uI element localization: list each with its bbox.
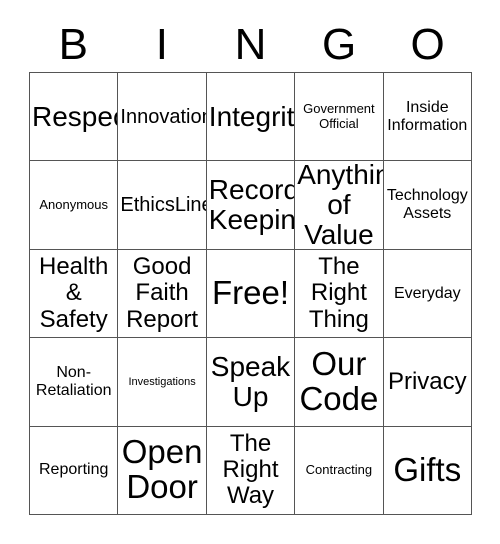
bingo-cell-r1c4[interactable]: Government Official	[295, 73, 384, 162]
bingo-cell-r1c2[interactable]: Innovation	[118, 73, 207, 162]
bingo-cell-r2c4[interactable]: Anything of Value	[295, 161, 384, 250]
bingo-cell-r1c3[interactable]: Integrity	[206, 73, 296, 162]
bingo-cell-label: Speak Up	[210, 350, 291, 412]
bingo-cell-label: The Right Way	[222, 429, 279, 510]
bingo-cell-r1c5[interactable]: Inside Information	[383, 73, 472, 162]
bingo-cell-label: Everyday	[393, 284, 461, 302]
bingo-cell-label: Innovation	[120, 105, 207, 128]
bingo-cell-r5c5[interactable]: Gifts	[383, 426, 472, 515]
bingo-cell-r5c4[interactable]: Contracting	[295, 426, 384, 515]
bingo-header-letter-b: B	[58, 20, 88, 69]
bingo-cell-r5c2[interactable]: Open Door	[118, 426, 207, 515]
bingo-cell-label: Investigations	[128, 375, 196, 388]
bingo-cell-label: Record- Keeping	[208, 173, 296, 236]
bingo-cell-label: Non- Retaliation	[35, 363, 112, 399]
bingo-cell-label: Technology Assets	[386, 187, 468, 223]
bingo-cell-label: Inside Information	[387, 98, 468, 134]
bingo-cell-r4c4[interactable]: Our Code	[295, 338, 384, 427]
bingo-cell-label: Government Official	[303, 100, 375, 131]
bingo-cell-r3c5[interactable]: Everyday	[383, 249, 472, 339]
bingo-cell-r3c4[interactable]: The Right Thing	[295, 249, 384, 339]
bingo-cell-r5c1[interactable]: Reporting	[30, 426, 119, 515]
bingo-cell-label: Our Code	[299, 344, 379, 417]
bingo-cell-label: Gifts	[393, 450, 462, 488]
bingo-cell-free-space[interactable]: Free!	[206, 249, 296, 339]
bingo-cell-r5c3[interactable]: The Right Way	[206, 426, 296, 515]
bingo-card: B I N G O Respect Innovation Integrity G…	[0, 0, 500, 544]
bingo-header-letter-g: G	[321, 20, 357, 69]
bingo-cell-label: Reporting	[39, 461, 109, 479]
bingo-cell-r2c5[interactable]: Technology Assets	[383, 161, 472, 250]
bingo-cell-label: Anonymous	[39, 196, 109, 212]
bingo-cell-r3c1[interactable]: Health & Safety	[30, 249, 119, 339]
bingo-cell-r2c2[interactable]: EthicsLine	[118, 161, 207, 250]
bingo-cell-label: Privacy	[387, 367, 467, 395]
bingo-cell-label: Health & Safety	[39, 252, 109, 333]
bingo-cell-r4c5[interactable]: Privacy	[383, 338, 472, 427]
bingo-cell-label: Good Faith Report	[126, 252, 199, 333]
bingo-cell-r4c2[interactable]: Investigations	[118, 338, 207, 427]
bingo-cell-r4c1[interactable]: Non- Retaliation	[30, 338, 119, 427]
bingo-cell-label: Respect	[32, 100, 117, 132]
bingo-cell-r4c3[interactable]: Speak Up	[206, 338, 296, 427]
bingo-header-letter-n: N	[234, 20, 267, 69]
bingo-cell-r1c1[interactable]: Respect	[30, 73, 119, 162]
bingo-cell-r2c1[interactable]: Anonymous	[30, 161, 119, 250]
bingo-cell-label: Contracting	[305, 461, 373, 477]
bingo-cell-r2c3[interactable]: Record- Keeping	[206, 161, 296, 250]
bingo-header-letter-i: I	[155, 20, 168, 69]
bingo-cell-label: Anything of Value	[297, 161, 382, 250]
bingo-cell-label: EthicsLine	[120, 193, 207, 216]
bingo-cell-label: Integrity	[208, 100, 295, 132]
bingo-cell-label: Open Door	[121, 433, 203, 506]
bingo-header-row: B I N G O	[29, 18, 472, 72]
bingo-grid: Respect Innovation Integrity Government …	[29, 72, 472, 515]
bingo-cell-label: The Right Thing	[308, 252, 369, 333]
bingo-free-space-label: Free!	[211, 274, 289, 311]
bingo-cell-r3c2[interactable]: Good Faith Report	[118, 249, 207, 339]
bingo-header-letter-o: O	[410, 20, 445, 69]
